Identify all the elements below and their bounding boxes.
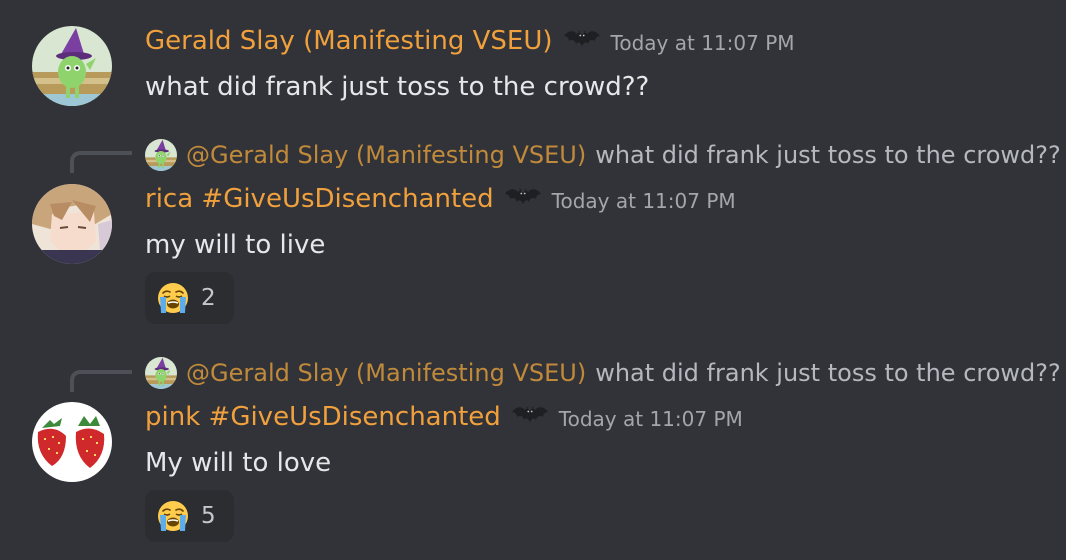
username[interactable]: rica #GiveUsDisenchanted [145,184,494,214]
bat-icon [504,185,542,213]
loudly-crying-face-icon [157,500,189,532]
message-content: what did frank just toss to the crowd?? [145,72,650,102]
bat-icon [511,403,549,431]
reply-preview-text[interactable]: what did frank just toss to the crowd?? [595,141,1061,169]
reaction-button[interactable]: 2 [145,272,234,324]
message-1-header: Gerald Slay (Manifesting VSEU) Today at … [145,26,795,56]
reply-preview-text[interactable]: what did frank just toss to the crowd?? [595,359,1061,387]
bat-icon [563,27,601,55]
message-content: my will to live [145,230,326,260]
reply-spine [70,370,132,392]
message-3-header: pink #GiveUsDisenchanted Today at 11:07 … [145,402,743,432]
reply-avatar [145,357,177,389]
reaction-count: 2 [201,285,216,311]
message-content: My will to love [145,448,332,478]
avatar-rica[interactable] [32,184,112,264]
reply-mention[interactable]: @Gerald Slay (Manifesting VSEU) [186,359,586,387]
username[interactable]: pink #GiveUsDisenchanted [145,402,501,432]
reaction-button[interactable]: 5 [145,490,234,542]
message-2-header: rica #GiveUsDisenchanted Today at 11:07 … [145,184,736,214]
avatar-gerald[interactable] [32,26,112,106]
username[interactable]: Gerald Slay (Manifesting VSEU) [145,26,553,56]
reply-mention[interactable]: @Gerald Slay (Manifesting VSEU) [186,141,586,169]
reply-reference[interactable]: @Gerald Slay (Manifesting VSEU) what did… [145,139,1061,171]
avatar-pink[interactable] [32,402,112,482]
loudly-crying-face-icon [157,282,189,314]
reaction-count: 5 [201,503,216,529]
reply-spine [70,151,132,173]
timestamp: Today at 11:07 PM [558,407,743,431]
reply-reference[interactable]: @Gerald Slay (Manifesting VSEU) what did… [145,357,1061,389]
timestamp: Today at 11:07 PM [551,189,736,213]
timestamp: Today at 11:07 PM [610,31,795,55]
reply-avatar [145,139,177,171]
